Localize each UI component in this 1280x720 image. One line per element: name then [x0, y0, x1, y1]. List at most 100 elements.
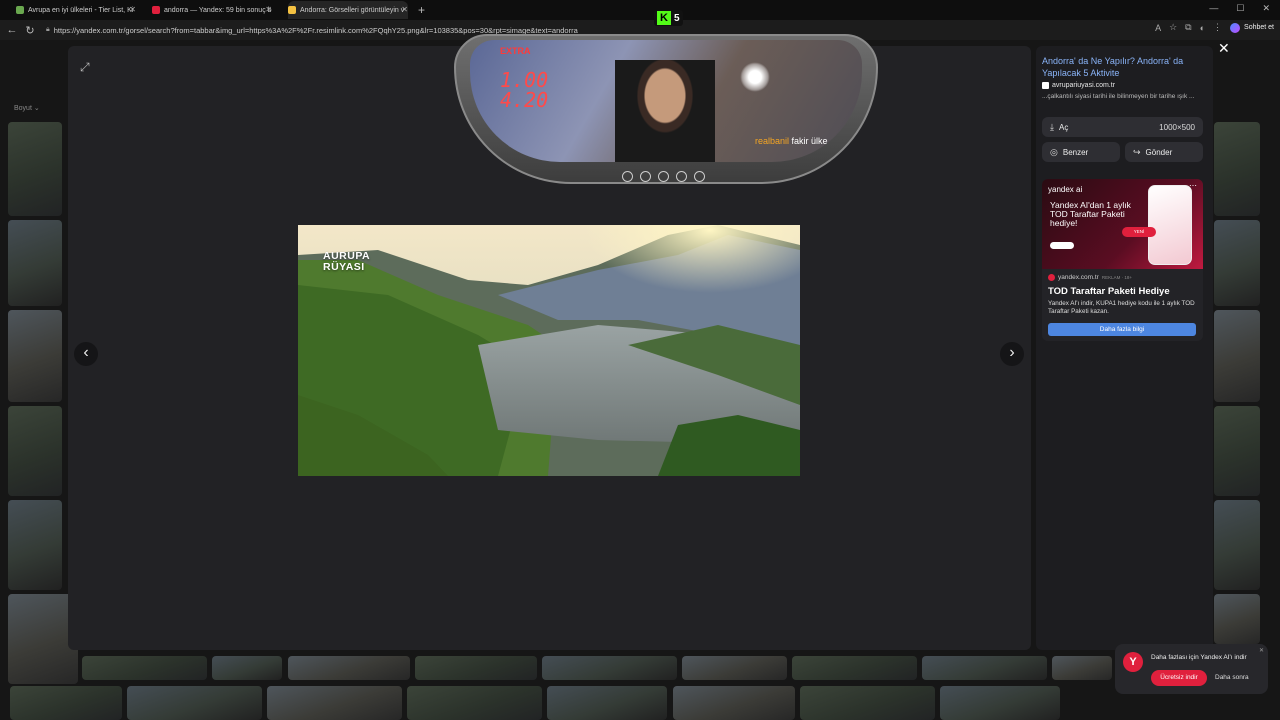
open-image-button[interactable]: ⤓ Aç 1000×500	[1042, 117, 1203, 137]
result-thumbnail[interactable]	[682, 656, 787, 680]
carousel-dot[interactable]	[640, 171, 651, 182]
result-thumbnail[interactable]	[1214, 406, 1260, 496]
kick-logo-icon: K	[657, 11, 671, 25]
minimize-icon[interactable]: —	[1209, 3, 1218, 14]
toolbar-actions: A ☆ ⧉ ◐ ⋮ Sohbet et	[1155, 22, 1274, 33]
chat-assistant-label: Sohbet et	[1244, 24, 1274, 31]
close-tab-icon[interactable]: ✕	[129, 5, 136, 14]
source-page-title[interactable]: Andorra' da Ne Yapılır? Andorra' da Yapı…	[1042, 56, 1208, 79]
close-tab-icon[interactable]: ✕	[401, 5, 408, 14]
caption-text: fakir ülke	[791, 136, 828, 146]
result-thumbnail[interactable]	[127, 686, 262, 720]
ad-meta: yandex.com.tr REKLAM · 18+	[1048, 274, 1132, 281]
hud-value-1: 1.00	[500, 68, 549, 92]
maximize-icon[interactable]: ☐	[1236, 3, 1244, 14]
result-thumbnail[interactable]	[288, 656, 410, 680]
next-image-button[interactable]: ›	[1000, 342, 1024, 366]
ad-headline: Yandex AI'dan 1 aylık TOD Taraftar Paket…	[1050, 200, 1131, 228]
assistant-orb-icon	[1230, 22, 1241, 33]
similar-button[interactable]: ◎ Benzer	[1042, 142, 1120, 162]
new-badge: YENİ	[1122, 227, 1156, 237]
phone-mockup-icon	[1148, 185, 1192, 265]
result-thumbnail[interactable]	[922, 656, 1047, 680]
result-thumbnail[interactable]	[415, 656, 537, 680]
result-thumbnail[interactable]	[1214, 500, 1260, 590]
result-thumbnail[interactable]	[1214, 310, 1260, 402]
result-thumbnail[interactable]	[10, 686, 122, 720]
carousel-dot[interactable]	[694, 171, 705, 182]
result-thumbnail[interactable]	[8, 406, 62, 496]
result-thumbnail[interactable]	[800, 686, 935, 720]
hud-label: EXTRA	[500, 46, 531, 56]
tab-label: Avrupa en iyi ülkeleri - Tier List, Ki	[28, 6, 134, 14]
result-thumbnail[interactable]	[407, 686, 542, 720]
share-arrow-icon: ↪	[1133, 146, 1141, 157]
result-thumbnail[interactable]	[1214, 122, 1260, 216]
result-thumbnail[interactable]	[82, 656, 207, 680]
result-thumbnail[interactable]	[1052, 656, 1112, 680]
result-thumbnail[interactable]	[1214, 594, 1260, 644]
result-thumbnail[interactable]	[267, 686, 402, 720]
result-thumbnail[interactable]	[8, 122, 62, 216]
streamer-face	[615, 60, 715, 162]
previous-image-button[interactable]: ‹	[74, 342, 98, 366]
result-thumbnail[interactable]	[1214, 220, 1260, 306]
tab-andorra-images[interactable]: Andorra: Görselleri görüntüleyin v ✕	[288, 1, 408, 19]
streamer-name: realbanil	[755, 136, 790, 146]
close-tab-icon[interactable]: ✕	[265, 5, 272, 14]
extensions-icon[interactable]: ⧉	[1185, 22, 1191, 33]
open-label: Aç	[1058, 122, 1069, 132]
lock-icon: 🔒︎	[46, 26, 50, 33]
tier-list-favicon-icon	[16, 6, 24, 14]
main-image[interactable]: AURUPA RÜYASI	[298, 225, 800, 476]
result-thumbnail[interactable]	[547, 686, 667, 720]
favorite-star-icon[interactable]: ☆	[1169, 22, 1177, 33]
toast-close-icon[interactable]: ✕	[1259, 647, 1264, 654]
size-filter-chip[interactable]: Boyut ⌄	[14, 104, 40, 112]
ad-more-info-button[interactable]: Daha fazla bilgi	[1048, 323, 1196, 336]
reload-icon[interactable]: ↻	[24, 24, 36, 37]
translate-icon[interactable]: A	[1155, 23, 1161, 33]
result-thumbnail[interactable]	[792, 656, 917, 680]
advertisement-card[interactable]: yandex ai ⋯ Yandex AI'dan 1 aylık TOD Ta…	[1042, 179, 1203, 341]
carousel-dot[interactable]	[622, 171, 633, 182]
result-thumbnail[interactable]	[542, 656, 677, 680]
result-thumbnail[interactable]	[8, 500, 62, 590]
back-icon[interactable]: ←	[6, 24, 18, 36]
glass-crack-icon	[740, 62, 770, 92]
tab-yandex-search[interactable]: andorra — Yandex: 59 bin sonuç b ✕	[152, 1, 272, 19]
tab-label: Andorra: Görselleri görüntüleyin v	[300, 6, 405, 14]
images-favicon-icon	[288, 6, 296, 14]
result-thumbnail[interactable]	[8, 220, 62, 306]
carousel-dot[interactable]	[676, 171, 687, 182]
carousel-dot[interactable]	[658, 171, 669, 182]
image-info-panel: Andorra' da Ne Yapılır? Andorra' da Yapı…	[1036, 46, 1213, 650]
site-favicon-icon	[1042, 82, 1049, 89]
image-size: 1000×500	[1159, 122, 1195, 132]
fullscreen-expand-icon[interactable]: ⤢	[80, 60, 90, 75]
chat-assistant-button[interactable]: Sohbet et	[1230, 22, 1274, 33]
yandex-logo-icon: Y	[1123, 652, 1143, 672]
result-thumbnail[interactable]	[673, 686, 795, 720]
share-button[interactable]: ↪ Gönder	[1125, 142, 1203, 162]
result-thumbnail[interactable]	[940, 686, 1060, 720]
andorra-valley-photo	[298, 225, 800, 476]
menu-icon[interactable]: ⋮	[1213, 22, 1222, 33]
source-snippet: ...çalkantılı siyasi tarihi ile bilinmey…	[1042, 93, 1195, 100]
close-window-icon[interactable]: ✕	[1262, 3, 1270, 14]
similar-label: Benzer	[1062, 147, 1089, 157]
free-download-button[interactable]: Ücretsiz indir	[1151, 670, 1207, 686]
profile-icon[interactable]: ◐	[1200, 23, 1205, 33]
new-tab-button[interactable]: +	[418, 3, 425, 17]
yandex-favicon-icon	[152, 6, 160, 14]
result-thumbnail[interactable]	[212, 656, 282, 680]
toast-message: Daha fazlası için Yandex AI'ı indir	[1151, 654, 1247, 661]
result-thumbnail[interactable]	[8, 310, 62, 402]
window-controls: — ☐ ✕	[1209, 3, 1270, 14]
close-viewer-icon[interactable]: ✕	[1218, 40, 1230, 57]
tab-label: andorra — Yandex: 59 bin sonuç b	[164, 6, 272, 14]
source-site[interactable]: avrupariuyasi.com.tr	[1042, 82, 1115, 89]
later-button[interactable]: Daha sonra	[1215, 670, 1249, 686]
hud-digits: 1.00 4.20	[500, 70, 548, 110]
tab-tier-list[interactable]: Avrupa en iyi ülkeleri - Tier List, Ki ✕	[16, 1, 136, 19]
